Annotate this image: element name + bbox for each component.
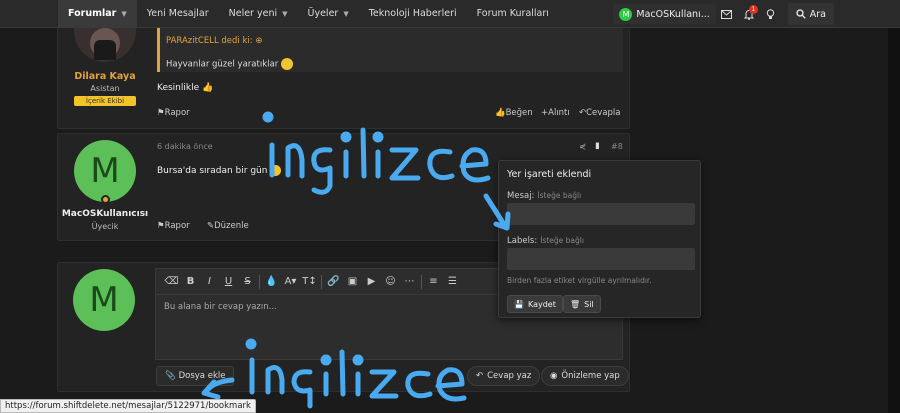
avatar[interactable]: M <box>73 269 135 331</box>
user-role: Asistan <box>90 84 120 93</box>
tab-forumlar[interactable]: Forumlar ▼ <box>58 0 137 28</box>
post-user-info: M MacOSKullanıcısı Üyecik <box>58 134 152 240</box>
italic-icon[interactable]: I <box>200 273 219 291</box>
online-indicator-icon <box>100 195 110 204</box>
like-button[interactable]: 👍Beğen <box>495 108 533 118</box>
avatar: M <box>619 7 633 21</box>
toolbar-divider <box>421 274 422 289</box>
thumbs-up-icon: 👍 <box>495 108 506 118</box>
post-text: Kesinlikle 👍 <box>157 83 214 93</box>
tab-neler-yeni[interactable]: Neler yeni ▼ <box>219 0 298 28</box>
inbox-icon[interactable] <box>716 0 738 28</box>
edit-button[interactable]: ✎Düzenle <box>207 221 249 231</box>
user-menu[interactable]: M MacOSKullanı... <box>613 4 716 24</box>
chevron-down-icon[interactable]: ▼ <box>121 10 126 18</box>
post-time[interactable]: 6 dakika önce <box>157 142 213 151</box>
reply-button[interactable]: ↶Cevapla <box>579 108 621 118</box>
tab-uyeler[interactable]: Üyeler ▼ <box>298 0 359 28</box>
bell-icon[interactable]: 1 <box>738 0 760 28</box>
avatar[interactable]: M <box>74 140 136 202</box>
eye-icon: ◉ <box>550 371 558 381</box>
paperclip-icon: 📎 <box>165 371 176 381</box>
link-icon[interactable]: 🔗 <box>324 273 343 291</box>
tab-teknoloji-haberleri[interactable]: Teknoloji Haberleri <box>359 0 467 28</box>
post-body: PARAzitCELL dedi ki: ⊕ Hayvanlar güzel y… <box>155 28 623 128</box>
floppy-icon: 💾 <box>514 299 524 309</box>
search-button[interactable]: Ara <box>787 3 834 25</box>
image-icon[interactable]: ▣ <box>343 273 362 291</box>
media-icon[interactable]: ▶ <box>362 273 381 291</box>
quote-author[interactable]: PARAzitCELL dedi ki: ⊕ <box>166 36 262 46</box>
message-label: Mesaj: İsteğe bağlı <box>507 191 582 201</box>
more-icon[interactable]: ⋯ <box>400 273 419 291</box>
message-input[interactable] <box>507 203 695 225</box>
flag-icon: ⚑ <box>157 108 165 118</box>
editor-placeholder: Bu alana bir cevap yazın... <box>164 302 277 312</box>
attach-file-button[interactable]: 📎 Dosya ekle <box>156 366 235 386</box>
top-navbar: Forumlar ▼ Yeni Mesajlar Neler yeni ▼ Üyel… <box>0 0 900 28</box>
emoji-icon[interactable]: ☺ <box>381 273 400 291</box>
reply-icon: ↶ <box>476 371 484 381</box>
report-button[interactable]: ⚑Rapor <box>157 108 190 118</box>
grin-emoji-icon <box>270 165 282 176</box>
thumbs-up-icon: 👍 <box>202 83 214 93</box>
username[interactable]: Dilara Kaya <box>58 71 152 82</box>
report-button[interactable]: ⚑Rapor <box>157 221 190 231</box>
user-role: Üyecik <box>91 222 119 231</box>
eraser-icon[interactable]: ⌫ <box>162 273 181 291</box>
quote-button[interactable]: +Alıntı <box>541 108 570 118</box>
labels-help-text: Birden fazla etiket virgülle ayrılmalıdı… <box>507 276 652 285</box>
toolbar-divider <box>259 274 260 289</box>
search-icon <box>796 9 806 19</box>
flag-icon: ⚑ <box>157 221 165 231</box>
bookmark-popup: Yer işareti eklendi Mesaj: İsteğe bağlı L… <box>498 160 701 318</box>
bold-icon[interactable]: B <box>181 273 200 291</box>
font-size-icon[interactable]: T↕ <box>300 273 319 291</box>
bookmark-icon[interactable]: ▮ <box>595 141 600 151</box>
preview-button[interactable]: ◉ Önizleme yap <box>541 366 629 386</box>
post-number[interactable]: #8 <box>611 142 623 151</box>
grin-emoji-icon <box>280 58 293 70</box>
post: Dilara Kaya Asistan İçerik Ekibi PARAzit… <box>57 28 630 129</box>
labels-input[interactable] <box>507 248 695 270</box>
post-user-info: Dilara Kaya Asistan İçerik Ekibi <box>58 28 152 128</box>
font-family-icon[interactable]: A▾ <box>281 273 300 291</box>
align-icon[interactable]: ≡ <box>424 273 443 291</box>
color-drop-icon[interactable]: 💧 <box>262 273 281 291</box>
tab-forum-kurallari[interactable]: Forum Kuralları <box>467 0 559 28</box>
save-button[interactable]: 💾 Kaydet <box>507 295 563 313</box>
scrollbar[interactable] <box>888 28 900 413</box>
quote-block: PARAzitCELL dedi ki: ⊕ Hayvanlar güzel y… <box>157 28 623 72</box>
username[interactable]: MacOSKullanıcısı <box>58 209 152 219</box>
username: MacOSKullanı... <box>636 8 710 20</box>
list-icon[interactable]: ☰ <box>443 273 462 291</box>
lightbulb-icon[interactable] <box>760 0 782 28</box>
share-icon[interactable]: ⋞ <box>579 142 586 152</box>
post-reply-button[interactable]: ↶ Cevap yaz <box>467 366 541 386</box>
avatar[interactable] <box>74 28 136 62</box>
trash-icon: 🗑 <box>570 299 581 309</box>
delete-button[interactable]: 🗑 Sil <box>563 295 601 313</box>
labels-label: Labels: İsteğe bağlı <box>507 236 584 246</box>
quote-text: Hayvanlar güzel yaratıklar <box>166 58 293 70</box>
popup-title: Yer işareti eklendi <box>507 169 592 180</box>
toolbar-divider <box>321 274 322 289</box>
chevron-down-icon[interactable]: ▼ <box>343 10 348 18</box>
strikethrough-icon[interactable]: S <box>238 273 257 291</box>
chevron-down-icon[interactable]: ▼ <box>282 10 287 18</box>
status-bar-url: https://forum.shiftdelete.net/mesajlar/5… <box>0 399 256 413</box>
underline-icon[interactable]: U <box>219 273 238 291</box>
arrow-up-circle-icon[interactable]: ⊕ <box>255 36 262 46</box>
alert-count-badge: 1 <box>748 5 758 14</box>
tab-yeni-mesajlar[interactable]: Yeni Mesajlar <box>137 0 219 28</box>
user-tag: İçerik Ekibi <box>73 96 137 106</box>
post-text: Bursa'da sıradan bir gün <box>157 165 282 176</box>
